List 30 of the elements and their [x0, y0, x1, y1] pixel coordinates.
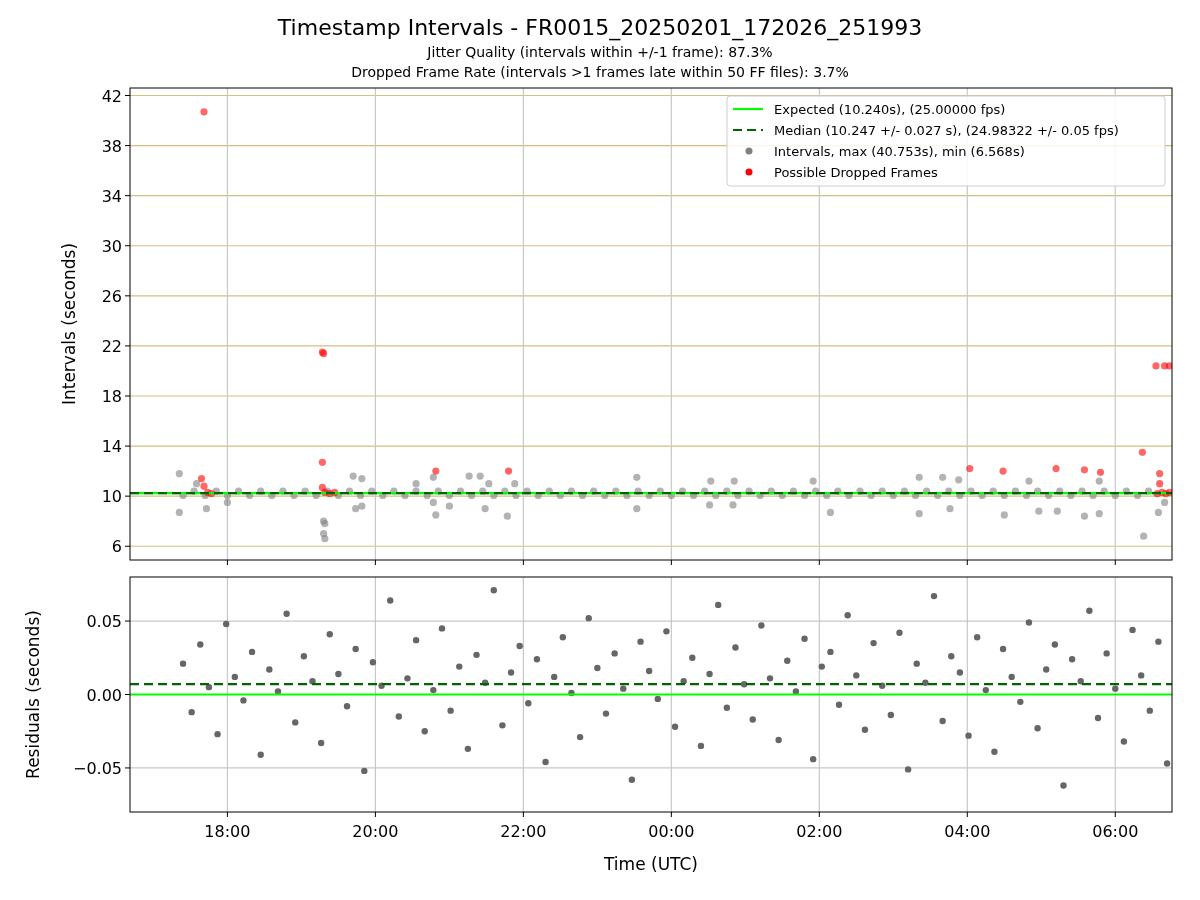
tick-label: 06:00 [1092, 822, 1139, 841]
tick-label: 10 [101, 487, 122, 507]
tick-label: 00:00 [648, 822, 695, 841]
axis-label: Time (UTC) [604, 854, 698, 874]
axis-label: Intervals (seconds) [59, 242, 79, 406]
tick-label: 0.00 [86, 685, 122, 705]
tick-label: 0.05 [86, 612, 122, 632]
tick-label: 6 [111, 537, 122, 557]
tick-label: 18 [101, 387, 122, 406]
tick-label: 22 [101, 336, 122, 356]
tick-label: 42 [101, 86, 122, 106]
tick-label: 20:00 [352, 822, 399, 841]
tick-label: 26 [101, 286, 122, 306]
tick-label: 14 [101, 437, 122, 457]
tick-label: 18:00 [204, 822, 251, 841]
figure-subtitle: Jitter Quality (intervals within +/-1 frame): 87.3% [427, 43, 773, 62]
legend-label: Possible Dropped Frames [774, 164, 938, 180]
tick-label: 02:00 [796, 822, 843, 841]
axis-label: Residuals (seconds) [23, 610, 43, 779]
legend-label: Intervals, max (40.753s), min (6.568s) [774, 143, 1025, 159]
legend-label: Expected (10.240s), (25.00000 fps) [774, 101, 1006, 117]
tick-label: 34 [101, 186, 122, 206]
legend-label: Median (10.247 +/- 0.027 s), (24.98322 +/- 0.05 fps) [774, 122, 1119, 138]
tick-label: 04:00 [944, 822, 991, 841]
figure-title: Timestamp Intervals - FR0015_20250201_172026_251993 [277, 14, 923, 42]
tick-label: 22:00 [500, 822, 547, 841]
tick-label: 38 [101, 136, 122, 156]
tick-label: −0.05 [72, 758, 122, 778]
tick-label: 30 [101, 236, 122, 256]
figure-subtitle: Dropped Frame Rate (intervals >1 frames late within 50 FF files): 3.7% [351, 63, 849, 82]
